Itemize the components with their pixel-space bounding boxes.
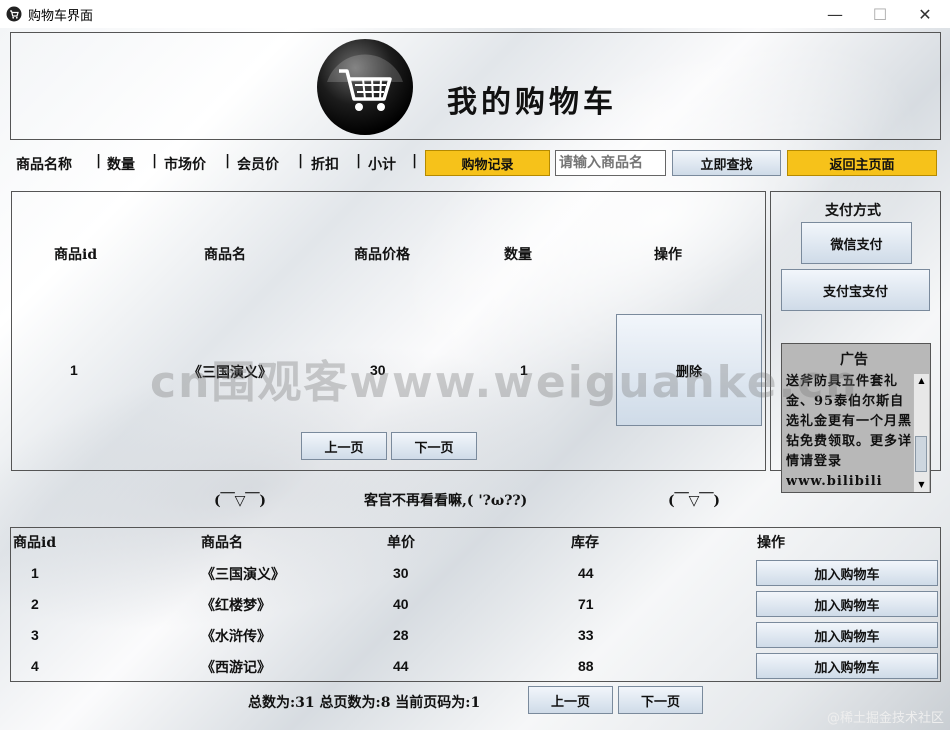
product-cell-id: 4 bbox=[31, 658, 39, 674]
corner-watermark: @稀土掘金技术社区 bbox=[826, 711, 944, 726]
center-watermark: cn围观客www.weiguanke.cn bbox=[150, 357, 859, 408]
cart-header-id: 商品id bbox=[54, 247, 98, 263]
product-header-action: 操作 bbox=[757, 535, 785, 551]
separator: | bbox=[298, 153, 304, 169]
window-title: 购物车界面 bbox=[28, 8, 94, 24]
cart-next-page-button[interactable]: 下一页 bbox=[391, 432, 477, 460]
product-cell-name: 《西游记》 bbox=[201, 660, 271, 676]
cart-header-price: 商品价格 bbox=[354, 247, 410, 263]
app-content: 我的购物车 商品名称 | 数量 | 市场价 | 会员价 | 折扣 | 小计 | … bbox=[0, 28, 950, 730]
cart-cell-id: 1 bbox=[70, 362, 78, 378]
product-cell-stock: 71 bbox=[578, 596, 594, 612]
add-to-cart-button[interactable]: 加入购物车 bbox=[756, 622, 938, 648]
app-icon bbox=[6, 6, 22, 22]
product-list-panel: 商品id 商品名 单价 库存 操作 1 《三国演义》 30 44 加入购物车 2… bbox=[10, 527, 941, 682]
cart-prev-page-button[interactable]: 上一页 bbox=[301, 432, 387, 460]
scroll-down-arrow-icon[interactable]: ▼ bbox=[914, 478, 929, 492]
search-button[interactable]: 立即查找 bbox=[672, 150, 781, 176]
scroll-up-arrow-icon[interactable]: ▲ bbox=[914, 374, 929, 388]
col-label-discount: 折扣 bbox=[311, 157, 339, 173]
product-header-id: 商品id bbox=[13, 535, 57, 551]
back-home-button[interactable]: 返回主页面 bbox=[787, 150, 937, 176]
product-next-page-button[interactable]: 下一页 bbox=[618, 686, 703, 714]
product-cell-name: 《三国演义》 bbox=[201, 567, 285, 583]
product-header-stock: 库存 bbox=[571, 535, 599, 551]
header-panel: 我的购物车 bbox=[10, 32, 941, 140]
alipay-button[interactable]: 支付宝支付 bbox=[781, 269, 930, 311]
cart-header-action: 操作 bbox=[654, 247, 682, 263]
product-header-name: 商品名 bbox=[201, 535, 243, 551]
product-cell-id: 1 bbox=[31, 565, 39, 581]
product-cell-price: 40 bbox=[393, 596, 409, 612]
add-to-cart-button[interactable]: 加入购物车 bbox=[756, 591, 938, 617]
page-title: 我的购物车 bbox=[447, 85, 617, 120]
col-label-subtotal: 小计 bbox=[368, 157, 396, 173]
maximize-button[interactable]: ☐ bbox=[857, 0, 903, 28]
separator: | bbox=[152, 153, 158, 169]
col-label-name: 商品名称 bbox=[16, 157, 72, 173]
separator: | bbox=[225, 153, 231, 169]
product-cell-stock: 33 bbox=[578, 627, 594, 643]
cart-header-name: 商品名 bbox=[204, 247, 246, 263]
minimize-button[interactable]: — bbox=[812, 0, 858, 28]
product-cell-name: 《水浒传》 bbox=[201, 629, 271, 645]
pagination-summary: 总数为:31 总页数为:8 当前页码为:1 bbox=[248, 695, 481, 711]
banner-emoticon-left: (￣▽￣) bbox=[214, 493, 267, 509]
product-prev-page-button[interactable]: 上一页 bbox=[528, 686, 613, 714]
title-bar: 购物车界面 — ☐ ✕ bbox=[0, 0, 950, 28]
col-label-member-price: 会员价 bbox=[237, 157, 279, 173]
search-input[interactable] bbox=[555, 150, 666, 176]
close-button[interactable]: ✕ bbox=[902, 0, 948, 28]
product-cell-name: 《红楼梦》 bbox=[201, 598, 271, 614]
product-cell-id: 3 bbox=[31, 627, 39, 643]
cart-logo-icon bbox=[317, 39, 413, 135]
advertisement-scrollbar[interactable]: ▲ ▼ bbox=[913, 374, 929, 492]
add-to-cart-button[interactable]: 加入购物车 bbox=[756, 560, 938, 586]
payment-title: 支付方式 bbox=[825, 203, 881, 219]
product-cell-price: 44 bbox=[393, 658, 409, 674]
wechat-pay-button[interactable]: 微信支付 bbox=[801, 222, 912, 264]
scrollbar-thumb[interactable] bbox=[915, 436, 927, 472]
col-label-market-price: 市场价 bbox=[164, 157, 206, 173]
separator: | bbox=[412, 153, 418, 169]
banner-message: 客官不再看看嘛,( '?ω??) bbox=[364, 493, 528, 509]
cart-header-quantity: 数量 bbox=[504, 247, 532, 263]
cart-panel: 商品id 商品名 商品价格 数量 操作 1 《三国演义》 30 1 删除 上一页… bbox=[11, 191, 766, 471]
product-header-price: 单价 bbox=[387, 535, 415, 551]
product-cell-price: 28 bbox=[393, 627, 409, 643]
separator: | bbox=[96, 153, 102, 169]
product-cell-price: 30 bbox=[393, 565, 409, 581]
add-to-cart-button[interactable]: 加入购物车 bbox=[756, 653, 938, 679]
product-cell-stock: 88 bbox=[578, 658, 594, 674]
purchase-history-button[interactable]: 购物记录 bbox=[425, 150, 550, 176]
product-cell-id: 2 bbox=[31, 596, 39, 612]
product-cell-stock: 44 bbox=[578, 565, 594, 581]
banner-emoticon-right: (￣▽￣) bbox=[668, 493, 721, 509]
col-label-quantity: 数量 bbox=[107, 157, 135, 173]
separator: | bbox=[356, 153, 362, 169]
